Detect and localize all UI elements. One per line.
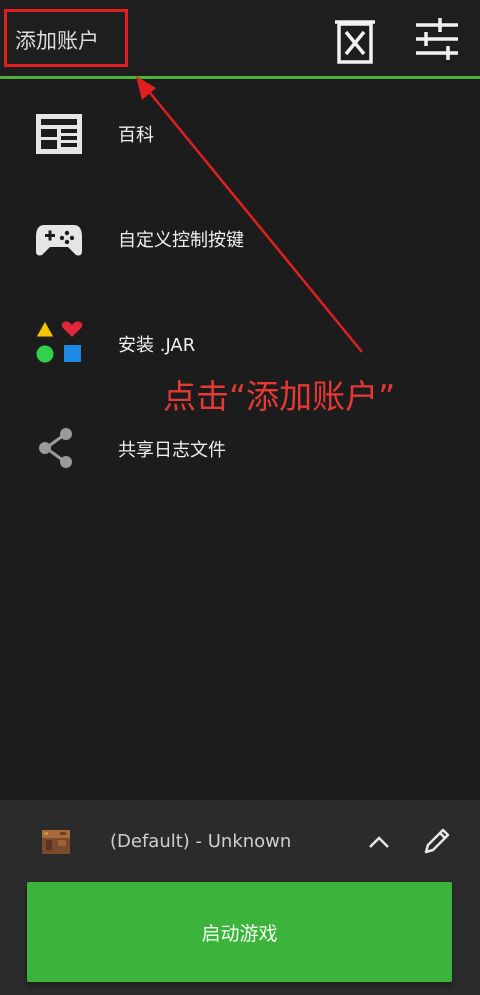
menu-item-label: 安装 .JAR xyxy=(118,335,196,356)
menu-item-label: 共享日志文件 xyxy=(118,440,226,461)
settings-sliders-icon xyxy=(416,18,458,60)
launch-game-label: 启动游戏 xyxy=(201,923,278,945)
menu-item-label: 自定义控制按键 xyxy=(118,230,244,251)
add-account-button[interactable]: 添加账户 xyxy=(4,9,128,67)
accent-divider xyxy=(0,76,480,79)
crafting-table-icon xyxy=(42,830,70,854)
launch-game-button[interactable]: 启动游戏 xyxy=(27,882,452,982)
settings-button[interactable] xyxy=(412,12,462,66)
delete-version-button[interactable] xyxy=(330,12,380,66)
add-account-label: 添加账户 xyxy=(15,29,99,53)
menu-item-wiki[interactable]: 百科 xyxy=(0,88,480,178)
top-bar: 添加账户 xyxy=(0,0,480,78)
bottom-panel: (Default) - Unknown 启动游戏 xyxy=(0,800,480,995)
annotation-text: 点击“添加账户” xyxy=(163,377,396,416)
gamepad-icon xyxy=(36,225,82,256)
share-icon xyxy=(39,428,72,468)
wiki-icon xyxy=(36,114,82,154)
menu-item-custom-controls[interactable]: 自定义控制按键 xyxy=(0,193,480,283)
install-jar-icon xyxy=(35,319,83,363)
version-label[interactable]: (Default) - Unknown xyxy=(110,831,291,852)
menu-item-label: 百科 xyxy=(118,125,154,146)
delete-version-icon xyxy=(335,20,375,64)
chevron-up-icon[interactable] xyxy=(365,828,393,856)
pencil-icon[interactable] xyxy=(418,824,454,860)
